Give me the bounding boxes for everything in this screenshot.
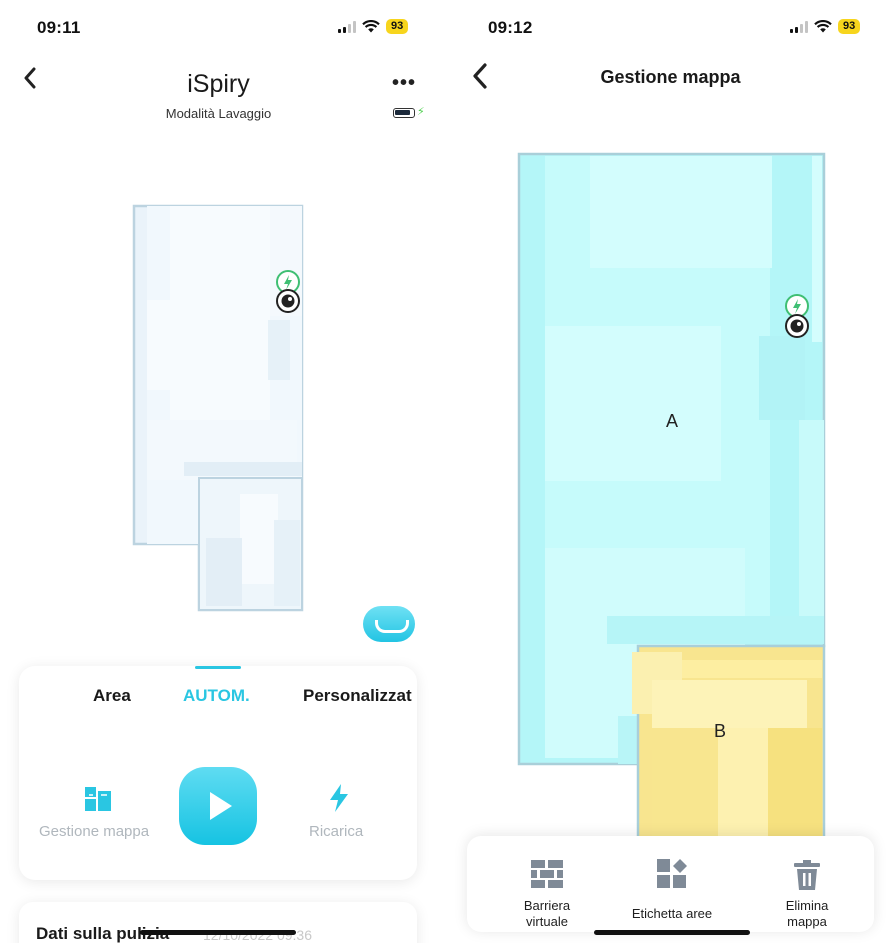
recharge-bolt-icon[interactable] [329, 784, 349, 812]
brick-wall-icon [531, 860, 563, 888]
virtual-barrier-label-line1: Barriera [523, 898, 571, 913]
cleaning-stats-card[interactable]: Dati sulla pulizia 12/10/2022 09:36 [19, 902, 417, 943]
map-tools-toolbar: Barriera virtuale Etichetta aree Elimina… [467, 836, 874, 932]
start-cleaning-button[interactable] [179, 767, 257, 845]
delete-map-label-line2: mappa [787, 914, 827, 929]
right-screen: 09:12 93 Gestione mappa A B Barriera vir… [452, 0, 889, 943]
room-label-a[interactable]: A [666, 411, 678, 432]
left-screen: 09:11 93 iSpiry Modalità Lavaggio ••• ⚡ [0, 0, 437, 943]
room-label-b[interactable]: B [714, 721, 726, 742]
map-management-icon[interactable] [85, 787, 111, 811]
area-label-button[interactable]: Etichetta aree [617, 836, 727, 932]
tab-auto[interactable]: AUTOM. [183, 686, 250, 706]
trash-icon [794, 860, 820, 890]
home-indicator[interactable] [594, 930, 750, 935]
home-indicator[interactable] [140, 930, 296, 935]
robot-view-button[interactable] [363, 606, 415, 642]
map-management-button[interactable]: Gestione mappa [39, 823, 149, 840]
virtual-barrier-label-line2: virtuale [526, 914, 568, 929]
tab-custom[interactable]: Personalizzat [303, 686, 412, 706]
virtual-barrier-button[interactable]: Barriera virtuale [507, 836, 587, 932]
area-label-icon [657, 859, 687, 888]
cleaning-map[interactable] [0, 0, 437, 660]
area-label-text: Etichetta aree [631, 906, 713, 921]
room-b[interactable] [632, 644, 826, 840]
active-tab-indicator [195, 666, 241, 669]
recharge-button[interactable]: Ricarica [309, 823, 363, 840]
map-outline [132, 204, 304, 612]
tab-area[interactable]: Area [93, 686, 131, 706]
delete-map-button[interactable]: Elimina mappa [767, 836, 847, 932]
delete-map-label-line1: Elimina [785, 898, 829, 913]
control-panel: Area AUTOM. Personalizzat Gestione mappa… [19, 666, 417, 880]
